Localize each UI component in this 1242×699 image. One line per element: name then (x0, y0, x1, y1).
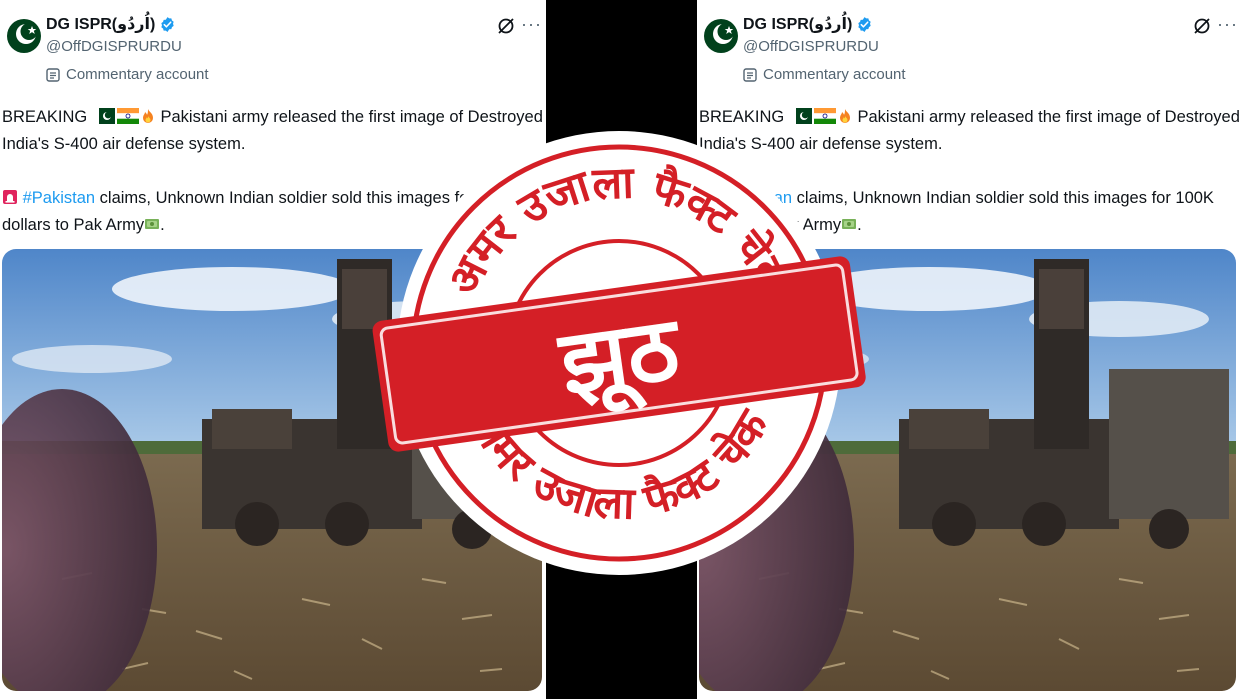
commentary-text: Commentary account (66, 66, 209, 83)
india-flag-emoji (116, 108, 139, 124)
more-options-icon[interactable]: ··· (521, 14, 542, 35)
fire-emoji (142, 109, 153, 123)
line1-text: Pakistani army released the first image … (160, 108, 543, 126)
author-name-row[interactable]: DG ISPR(اُردُو) (46, 14, 176, 34)
more-options-icon[interactable]: ··· (1217, 14, 1238, 35)
verified-badge-icon (858, 16, 871, 32)
author-name-row[interactable]: DG ISPR(اُردُو) (743, 14, 873, 34)
pakistan-flag-emoji (92, 108, 115, 124)
grok-icon[interactable] (496, 16, 516, 36)
pakistan-flag-avatar[interactable] (703, 12, 739, 58)
grok-icon[interactable] (1192, 16, 1212, 36)
india-flag-emoji (813, 108, 836, 124)
commentary-account-label: Commentary account (46, 66, 209, 83)
pakistan-flag-avatar[interactable] (6, 12, 42, 58)
line4-end: . (160, 216, 165, 234)
commentary-text: Commentary account (763, 66, 906, 83)
commentary-shield-icon (46, 67, 60, 82)
author-display-name[interactable]: DG ISPR(اُردُو) (743, 14, 852, 34)
money-emoji (145, 219, 160, 229)
siren-emoji (3, 190, 17, 204)
breaking-label: BREAKING (699, 108, 785, 126)
author-handle[interactable]: @OffDGISPRURDU (46, 38, 182, 55)
commentary-account-label: Commentary account (743, 66, 906, 83)
fact-check-stamp: अमर उजाला फैक्ट चेक अमर उजाला फैक्ट चेक … (372, 131, 866, 575)
breaking-label: BREAKING (2, 108, 88, 126)
line4-text: dollars to Pak Army (2, 216, 145, 234)
fire-emoji (839, 109, 850, 123)
commentary-shield-icon (743, 67, 757, 82)
hashtag-pakistan-link[interactable]: #Pakistan (23, 189, 95, 207)
pakistan-flag-emoji (789, 108, 812, 124)
author-handle[interactable]: @OffDGISPRURDU (743, 38, 879, 55)
line1-text: Pakistani army released the first image … (857, 108, 1240, 126)
verified-badge-icon (161, 16, 174, 32)
author-display-name[interactable]: DG ISPR(اُردُو) (46, 14, 155, 34)
